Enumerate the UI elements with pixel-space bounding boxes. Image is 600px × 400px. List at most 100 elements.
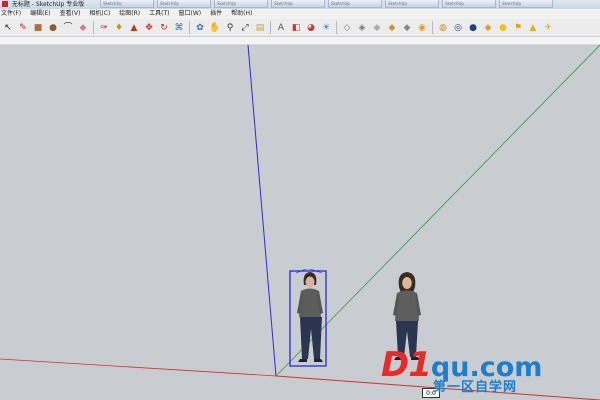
section-tool-button[interactable]: ◧ [289, 21, 303, 35]
move-icon: ✥ [145, 22, 153, 33]
torso [395, 290, 419, 321]
orbit-icon: ✿ [196, 22, 204, 33]
paint-tool-button[interactable]: ♦ [112, 21, 126, 35]
pencil-icon: ✎ [19, 22, 27, 33]
taskbar-tab[interactable]: SketchUp [271, 0, 325, 8]
taskbar-tab[interactable]: SketchUp [385, 0, 439, 8]
follow-icon: ⌘ [174, 22, 184, 33]
select-tool-button[interactable]: ↖ [1, 21, 15, 35]
rectangle-icon: ■ [33, 22, 43, 33]
zoom-icon: ⚲ [226, 22, 234, 33]
taskbar-tab[interactable]: SketchUp [100, 0, 154, 8]
toolbar-separator [432, 21, 433, 34]
watermark-domain: qu.com [430, 352, 543, 383]
select-icon: ↖ [4, 22, 12, 33]
style-mono-tool-button[interactable]: ◆ [400, 21, 414, 35]
toolbar-separator [93, 21, 94, 34]
window-title: 无标题 - SketchUp 专业版 [11, 1, 85, 8]
lookaround-icon: ▲ [529, 22, 537, 33]
style-shaded-icon: ◆ [373, 22, 381, 33]
menu-camera[interactable]: 相机(C) [89, 9, 110, 19]
style-wire-tool-button[interactable]: ◇ [340, 21, 354, 35]
walk-tool-button[interactable]: ⚑ [511, 21, 525, 35]
eraser-tool-button[interactable]: ◆ [76, 21, 90, 35]
ruby-tool-button[interactable]: ◆ [481, 21, 495, 35]
taskbar-tab[interactable]: SketchUp [499, 0, 553, 8]
section-icon: ◧ [291, 22, 301, 33]
zoom-tool-button[interactable]: ⚲ [223, 21, 237, 35]
style-wire-icon: ◇ [343, 22, 351, 33]
menu-draw[interactable]: 绘图(R) [119, 9, 140, 19]
materials-icon: ◕ [307, 22, 315, 33]
taskbar-tab[interactable]: SketchUp [442, 0, 496, 8]
extension-icon: ● [469, 22, 477, 33]
components-tool-button[interactable]: ▤ [253, 21, 267, 35]
menu-bar: 文件(F) 编辑(E) 查看(V) 相机(C) 绘图(R) 工具(T) 窗口(W… [0, 9, 600, 19]
eraser-icon: ◆ [79, 22, 87, 33]
share-tool-button[interactable]: ◎ [451, 21, 465, 35]
toolbar-separator [336, 21, 337, 34]
rotate-tool-button[interactable]: ↻ [157, 21, 171, 35]
text-tool-button[interactable]: A [274, 21, 288, 35]
sun-icon: ● [499, 22, 507, 33]
zoom-extents-tool-button[interactable]: ⤢ [238, 21, 252, 35]
circle-icon: ● [49, 22, 57, 33]
arc-tool-button[interactable]: ⌒ [61, 21, 75, 35]
orbit-tool-button[interactable]: ✿ [193, 21, 207, 35]
torso [299, 288, 321, 317]
rectangle-tool-button[interactable]: ■ [31, 21, 45, 35]
menu-help[interactable]: 帮助(H) [231, 9, 252, 19]
taskbar-tab[interactable]: SketchUp [328, 0, 382, 8]
selected-person-figure[interactable] [286, 269, 332, 369]
style-hidden-tool-button[interactable]: ◈ [355, 21, 369, 35]
warehouse-tool-button[interactable]: ◍ [436, 21, 450, 35]
follow-tool-button[interactable]: ⌘ [172, 21, 186, 35]
menu-window[interactable]: 窗口(W) [179, 9, 202, 19]
sketchup-app-icon [2, 1, 8, 7]
watermark: D1qu.com 第一区自学网 [381, 345, 600, 400]
menu-view[interactable]: 查看(V) [60, 9, 81, 19]
menu-file[interactable]: 文件(F) [1, 9, 21, 19]
red-axis-left [0, 358, 277, 377]
pencil-tool-button[interactable]: ✎ [16, 21, 30, 35]
share-icon: ◎ [454, 22, 462, 33]
tape-icon: ✑ [100, 22, 108, 33]
sun-tool-button[interactable]: ● [496, 21, 510, 35]
paint-icon: ♦ [114, 22, 124, 33]
main-toolbar: ↖ ✎ ■ ● ⌒ ◆ ✑ ♦ ▲ ✥ ↻ ⌘ ✿ ✋ ⚲ ⤢ ▤ A ◧ ◕ ☀ ◇ ◈ ◆ ◆ ◆ ◉ ◍ ◎ ● ◆ ● ⚑ ▲ ✈ [0, 19, 600, 37]
position-camera-tool-button[interactable]: ✈ [541, 21, 555, 35]
menu-plugins[interactable]: 插件 [210, 9, 222, 19]
rotate-icon: ↻ [160, 22, 168, 33]
style-mono-icon: ◆ [403, 22, 411, 33]
menu-tools[interactable]: 工具(T) [149, 9, 169, 19]
tape-tool-button[interactable]: ✑ [97, 21, 111, 35]
circle-tool-button[interactable]: ● [46, 21, 60, 35]
toolbar-strip [0, 37, 600, 45]
toolbar-separator [189, 21, 190, 34]
extension-tool-button[interactable]: ● [466, 21, 480, 35]
watermark-subtitle: 第一区自学网 [433, 380, 518, 395]
menu-edit[interactable]: 编辑(E) [30, 9, 50, 19]
shoes [298, 359, 323, 362]
style-shaded-tool-button[interactable]: ◆ [370, 21, 384, 35]
taskbar-tab[interactable]: SketchUp [214, 0, 268, 8]
shadows-icon: ☀ [321, 22, 331, 33]
materials-tool-button[interactable]: ◕ [304, 21, 318, 35]
style-textured-icon: ◆ [388, 22, 396, 33]
toolbar-separator [270, 21, 271, 34]
lookaround-tool-button[interactable]: ▲ [526, 21, 540, 35]
watermark-d1: D1 [381, 345, 432, 385]
position-camera-icon: ✈ [544, 22, 552, 33]
shadows-tool-button[interactable]: ☀ [319, 21, 333, 35]
geo-icon: ◉ [418, 22, 426, 33]
pushpull-tool-button[interactable]: ▲ [127, 21, 141, 35]
arc-icon: ⌒ [63, 22, 73, 33]
pan-tool-button[interactable]: ✋ [208, 21, 222, 35]
style-textured-tool-button[interactable]: ◆ [385, 21, 399, 35]
geo-tool-button[interactable]: ◉ [415, 21, 429, 35]
ruby-icon: ◆ [484, 22, 492, 33]
head [305, 276, 315, 288]
text-icon: A [277, 22, 285, 33]
taskbar-tab[interactable]: SketchUp [157, 0, 211, 8]
move-tool-button[interactable]: ✥ [142, 21, 156, 35]
